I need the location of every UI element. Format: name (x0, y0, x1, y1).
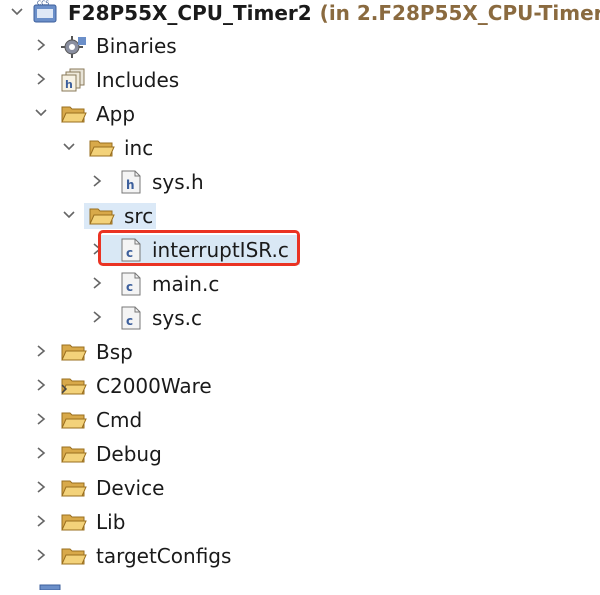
tree-row-c2000ware[interactable]: C2000Ware (0, 369, 600, 403)
sys-h-label: sys.h (152, 170, 204, 194)
svg-text:h: h (65, 78, 73, 91)
folder-open-icon (88, 203, 116, 229)
chevron-right-icon[interactable] (90, 173, 104, 189)
tree-row-inc[interactable]: inc (0, 131, 600, 165)
svg-text:CCS: CCS (37, 0, 49, 7)
includes-icon: h (60, 67, 88, 93)
tree-row-includes[interactable]: h Includes (0, 63, 600, 97)
tree-row-cmd[interactable]: Cmd (0, 403, 600, 437)
folder-icon (60, 339, 88, 365)
chevron-down-icon[interactable] (62, 207, 76, 223)
src-folder-label: src (124, 204, 154, 228)
tree-row-interrupt-isr[interactable]: c interruptISR.c (0, 233, 600, 267)
c-source-file-icon: c (118, 305, 146, 331)
app-folder-label: App (96, 102, 136, 126)
tree-row-app[interactable]: App (0, 97, 600, 131)
cmd-folder-label: Cmd (96, 408, 143, 432)
folder-icon (60, 441, 88, 467)
chevron-right-icon[interactable] (34, 479, 48, 495)
folder-icon (60, 475, 88, 501)
chevron-right-icon[interactable] (34, 445, 48, 461)
project-location: (in 2.F28P55X_CPU-Timer2) (319, 1, 600, 25)
chevron-down-icon[interactable] (62, 139, 76, 155)
svg-text:c: c (126, 280, 133, 294)
tree-row-device[interactable]: Device (0, 471, 600, 505)
chevron-right-icon[interactable] (34, 71, 48, 87)
tree-row-binaries[interactable]: Binaries (0, 29, 600, 63)
folder-icon (60, 543, 88, 569)
inc-folder-label: inc (124, 136, 154, 160)
tree-row-lib[interactable]: Lib (0, 505, 600, 539)
lib-folder-label: Lib (96, 510, 126, 534)
chevron-right-icon[interactable] (90, 309, 104, 325)
binaries-label: Binaries (96, 34, 177, 58)
target-configs-folder-label: targetConfigs (96, 544, 232, 568)
c2000ware-folder-label: C2000Ware (96, 374, 212, 398)
includes-label: Includes (96, 68, 180, 92)
folder-icon (60, 509, 88, 535)
chevron-right-icon[interactable] (90, 275, 104, 291)
chevron-right-icon[interactable] (34, 411, 48, 427)
tree-row-target-configs[interactable]: targetConfigs (0, 539, 600, 573)
main-c-label: main.c (152, 272, 220, 296)
folder-open-icon (88, 135, 116, 161)
project-name: F28P55X_CPU_Timer2 (68, 1, 312, 25)
chevron-right-icon[interactable] (34, 343, 48, 359)
tree-row-project[interactable]: CCS F28P55X_CPU_Timer2 (in 2.F28P55X_CPU-… (0, 0, 600, 30)
svg-text:h: h (126, 178, 135, 192)
binaries-icon (60, 33, 88, 59)
bsp-folder-label: Bsp (96, 340, 133, 364)
header-file-icon: h (118, 169, 146, 195)
chevron-right-icon[interactable] (34, 547, 48, 563)
tree-row-src[interactable]: src (0, 199, 600, 233)
debug-folder-label: Debug (96, 442, 162, 466)
chevron-down-icon[interactable] (34, 105, 48, 121)
chevron-right-icon[interactable] (34, 37, 48, 53)
tree-row-bsp[interactable]: Bsp (0, 335, 600, 369)
red-highlight-box (98, 230, 300, 266)
ccs-project-icon: CCS (32, 0, 60, 26)
chevron-right-icon[interactable] (34, 513, 48, 529)
device-folder-label: Device (96, 476, 165, 500)
ccs-project-icon (38, 571, 64, 591)
chevron-right-icon[interactable] (34, 377, 48, 393)
svg-text:c: c (126, 314, 133, 328)
tree-row-sys-c[interactable]: c sys.c (0, 301, 600, 335)
sys-c-label: sys.c (152, 306, 203, 330)
tree-row-debug[interactable]: Debug (0, 437, 600, 471)
folder-icon (60, 407, 88, 433)
chevron-down-icon[interactable] (10, 4, 24, 20)
tree-row-sys-h[interactable]: h sys.h (0, 165, 600, 199)
c-source-file-icon: c (118, 271, 146, 297)
linked-folder-icon (60, 373, 88, 399)
folder-open-icon (60, 101, 88, 127)
tree-row-main-c[interactable]: c main.c (0, 267, 600, 301)
